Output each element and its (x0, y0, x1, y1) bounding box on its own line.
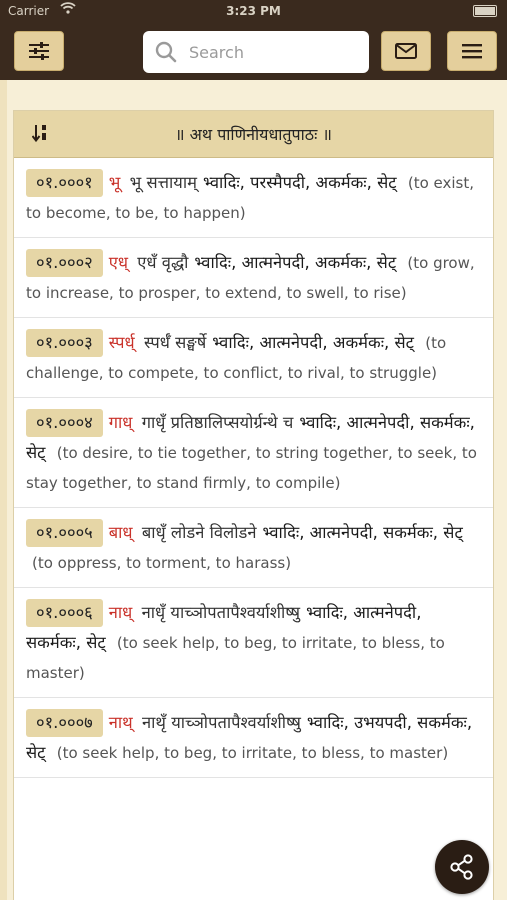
left-strip (0, 80, 7, 900)
dhatu-number: ०१.०००२ (26, 249, 103, 277)
dhatu-sutra: एधँ वृद्धौ (137, 253, 189, 272)
search-bar[interactable] (143, 31, 369, 73)
dhatu-root: गाध् (108, 413, 133, 432)
list-item[interactable]: ०१.०००५ बाध् बाधृँ लोडने विलोडने भ्वादिः, … (14, 508, 493, 588)
sort-button[interactable] (31, 123, 52, 147)
list-title: ॥ अथ पाणिनीयधातुपाठः ॥ (175, 125, 332, 144)
share-icon (450, 854, 473, 880)
sliders-icon (29, 42, 49, 60)
share-button[interactable] (435, 840, 489, 894)
dhatu-sutra: गाधृँ प्रतिष्ठालिप्सयोर्ग्रन्थे च (141, 413, 294, 432)
mail-icon (395, 43, 417, 59)
dhatu-root: एध् (108, 253, 129, 272)
dhatu-number: ०१.०००६ (26, 599, 103, 627)
list-item[interactable]: ०१.०००७ नाथ् नाथृँ याच्ञोपतापैश्वर्याशीष्… (14, 698, 493, 778)
clock: 3:23 PM (226, 4, 281, 18)
dhatu-sutra: नाथृँ याच्ञोपतापैश्वर्याशीष्षु (141, 713, 301, 732)
dhatu-number: ०१.०००५ (26, 519, 103, 547)
list-item[interactable]: ०१.०००४ गाध् गाधृँ प्रतिष्ठालिप्सयोर्ग्रन… (14, 398, 493, 508)
sort-icon (31, 125, 46, 143)
list-item[interactable]: ०१.०००३ स्पर्ध् स्पर्धँ सङ्घर्षे भ्वादिः, … (14, 318, 493, 398)
search-input[interactable] (187, 41, 361, 63)
dhatu-sutra: स्पर्धँ सङ्घर्षे (143, 333, 207, 352)
dhatu-meta: भ्वादिः, परस्मैपदी, अकर्मकः, सेट् (202, 173, 397, 192)
dhatu-sutra: भू सत्तायाम् (129, 173, 197, 192)
dhatu-meaning: (to oppress, to torment, to harass) (32, 554, 292, 572)
dhatu-meaning: (to desire, to tie together, to string t… (26, 444, 477, 492)
hamburger-icon (462, 44, 482, 59)
status-bar: Carrier 3:23 PM (0, 0, 507, 22)
list-item[interactable]: ०१.०००१ भू भू सत्तायाम् भ्वादिः, परस्मैपदी… (14, 158, 493, 238)
dhatu-root: नाध् (108, 603, 133, 622)
list-item[interactable]: ०१.०००२ एध् एधँ वृद्धौ भ्वादिः, आत्मनेपदी,… (14, 238, 493, 318)
dhatu-meta: भ्वादिः, आत्मनेपदी, अकर्मकः, सेट् (194, 253, 397, 272)
dhatu-number: ०१.०००३ (26, 329, 103, 357)
dhatu-root: स्पर्ध् (108, 333, 135, 352)
menu-button[interactable] (447, 31, 497, 71)
content-area: ॥ अथ पाणिनीयधातुपाठः ॥ ०१.०००१ भू भू सत्त… (0, 80, 507, 900)
dhatu-root: बाध् (108, 523, 133, 542)
dhatu-meta: भ्वादिः, आत्मनेपदी, अकर्मकः, सेट् (212, 333, 414, 352)
list-header: ॥ अथ पाणिनीयधातुपाठः ॥ (14, 111, 493, 158)
dhatu-root: भू (108, 173, 121, 192)
battery-icon (473, 5, 497, 17)
dhatu-number: ०१.०००१ (26, 169, 103, 197)
dhatu-root: नाथ् (108, 713, 133, 732)
search-icon (155, 41, 177, 63)
dhatu-sutra: बाधृँ लोडने विलोडने (141, 523, 257, 542)
dhatu-list-panel: ॥ अथ पाणिनीयधातुपाठः ॥ ०१.०००१ भू भू सत्त… (13, 110, 494, 900)
dhatu-number: ०१.०००४ (26, 409, 103, 437)
dhatu-meaning: (to seek help, to beg, to irritate, to b… (56, 744, 449, 762)
nav-bar (0, 22, 507, 80)
filter-button[interactable] (14, 31, 64, 71)
list-item[interactable]: ०१.०००६ नाध् नाधृँ याच्ञोपतापैश्वर्याशीष्… (14, 588, 493, 698)
dhatu-number: ०१.०००७ (26, 709, 103, 737)
mail-button[interactable] (381, 31, 431, 71)
dhatu-meta: भ्वादिः, आत्मनेपदी, सकर्मकः, सेट् (262, 523, 463, 542)
dhatu-sutra: नाधृँ याच्ञोपतापैश्वर्याशीष्षु (141, 603, 301, 622)
